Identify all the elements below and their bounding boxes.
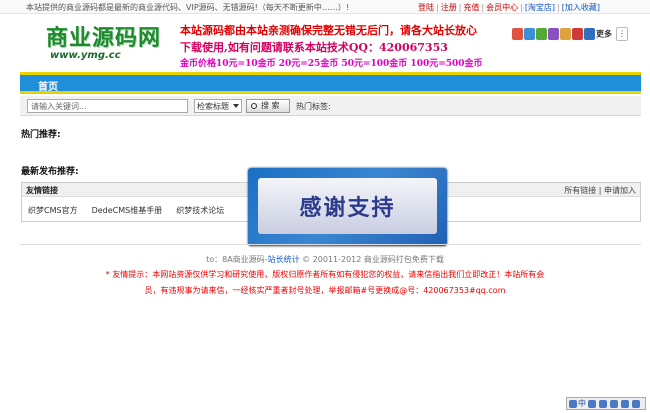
thanks-support-banner[interactable]: 感谢支持 xyxy=(248,168,447,246)
tray-icon xyxy=(621,400,629,408)
site-logo[interactable]: 商业源码网 www.ymg.cc xyxy=(46,20,160,64)
footer-copyright: to：8A商业源码-站长统计 © 20011-2012 商业源码打包免费下载 xyxy=(0,254,650,265)
share-icon[interactable] xyxy=(584,28,595,40)
footer-warning-2: 员，有违规事为请来信，一经核实严重者封号处理，举报邮箱#号更换成@号：42006… xyxy=(144,286,506,295)
search-button[interactable]: 搜 索 xyxy=(246,99,290,113)
friend-link[interactable]: 织梦CMS官方 xyxy=(28,206,78,215)
all-links-link[interactable]: 所有链接 xyxy=(564,186,596,195)
ad-line-1: 本站源码都由本站亲测确保完整无错无后门，请各大站长放心 xyxy=(180,24,477,37)
taobao-link[interactable]: [淘宝店] xyxy=(525,3,555,12)
latest-recommend-heading: 最新发布推荐: xyxy=(21,167,79,177)
search-input[interactable]: 请输入关键词... xyxy=(27,99,188,113)
share-icon[interactable] xyxy=(512,28,523,40)
footer-divider xyxy=(20,244,641,245)
footer-prefix: to：8A商业源码- xyxy=(206,255,268,264)
login-link[interactable]: 登陆 xyxy=(418,3,434,12)
ime-label: 中 xyxy=(578,399,586,408)
share-icon[interactable] xyxy=(548,28,559,40)
favorite-link[interactable]: [加入收藏] xyxy=(562,3,600,12)
search-type-select[interactable]: 检索标题 xyxy=(194,99,242,113)
stats-link[interactable]: 站长统计 xyxy=(268,255,300,264)
recharge-link[interactable]: 充值 xyxy=(463,3,479,12)
main-nav: 首页 xyxy=(20,72,641,94)
logo-name: 商业源码网 xyxy=(46,25,162,51)
footer-copyright-text: © 20011-2012 商业源码打包免费下载 xyxy=(302,255,444,264)
friend-link[interactable]: DedeCMS维基手册 xyxy=(92,206,163,215)
hot-recommend-heading: 热门推荐: xyxy=(21,130,61,140)
top-links: 登陆 | 注册 | 充值 | 会员中心 | [淘宝店] | [加入收藏] xyxy=(418,3,601,12)
search-bar: 请输入关键词... 检索标题 搜 索 热门标签: xyxy=(20,96,641,116)
hot-tags-label: 热门标签: xyxy=(296,102,331,111)
chevron-down-icon xyxy=(233,104,239,108)
share-icon[interactable] xyxy=(524,28,535,40)
share-bar: 更多 ⋮ xyxy=(512,27,628,41)
friend-links-title: 友情链接 xyxy=(26,186,58,195)
top-bar: 本站提供的商业源码都是最新的商业源代码、VIP源码、无错源码!（每天不断更新中…… xyxy=(0,0,650,14)
friend-links-actions: 所有链接 | 申请加入 xyxy=(564,186,636,195)
ad-line-2: 下载使用,如有问题请联系本站技术QQ：420067353 xyxy=(180,41,448,54)
register-link[interactable]: 注册 xyxy=(441,3,457,12)
header-ad: 本站源码都由本站亲测确保完整无错无后门，请各大站长放心 下载使用,如有问题请联系… xyxy=(180,22,483,69)
friend-link[interactable]: 织梦技术论坛 xyxy=(176,206,224,215)
search-button-label: 搜 索 xyxy=(261,101,280,110)
search-type-value: 检索标题 xyxy=(197,102,229,111)
banner-inner: 感谢支持 xyxy=(258,178,437,234)
nav-home[interactable]: 首页 xyxy=(38,78,58,93)
apply-link[interactable]: 申请加入 xyxy=(604,186,636,195)
logo-url: www.ymg.cc xyxy=(50,50,121,61)
tray-icon xyxy=(632,400,640,408)
share-more-label[interactable]: 更多 xyxy=(596,30,612,39)
input-method-tray[interactable]: 中 xyxy=(566,397,646,410)
friend-links-list: 织梦CMS官方 DedeCMS维基手册 织梦技术论坛 xyxy=(28,205,238,216)
share-icon[interactable] xyxy=(572,28,583,40)
footer-warning-1: * 友情提示：本网站资源仅供学习和研究使用，版权归原作者所有如有侵犯您的权益，请… xyxy=(105,270,545,279)
ime-icon xyxy=(569,400,577,408)
tray-icon xyxy=(599,400,607,408)
search-icon xyxy=(251,103,257,109)
share-options-icon[interactable]: ⋮ xyxy=(616,27,628,41)
tray-icon xyxy=(588,400,596,408)
member-center-link[interactable]: 会员中心 xyxy=(486,3,518,12)
share-icon[interactable] xyxy=(560,28,571,40)
share-icon[interactable] xyxy=(536,28,547,40)
site-notice: 本站提供的商业源码都是最新的商业源代码、VIP源码、无错源码!（每天不断更新中…… xyxy=(26,3,350,12)
tray-icon xyxy=(610,400,618,408)
banner-text: 感谢支持 xyxy=(299,196,396,221)
ad-line-3: 金币价格10元=10金币 20元=25金币 50元=100金币 100元=500… xyxy=(180,59,483,69)
